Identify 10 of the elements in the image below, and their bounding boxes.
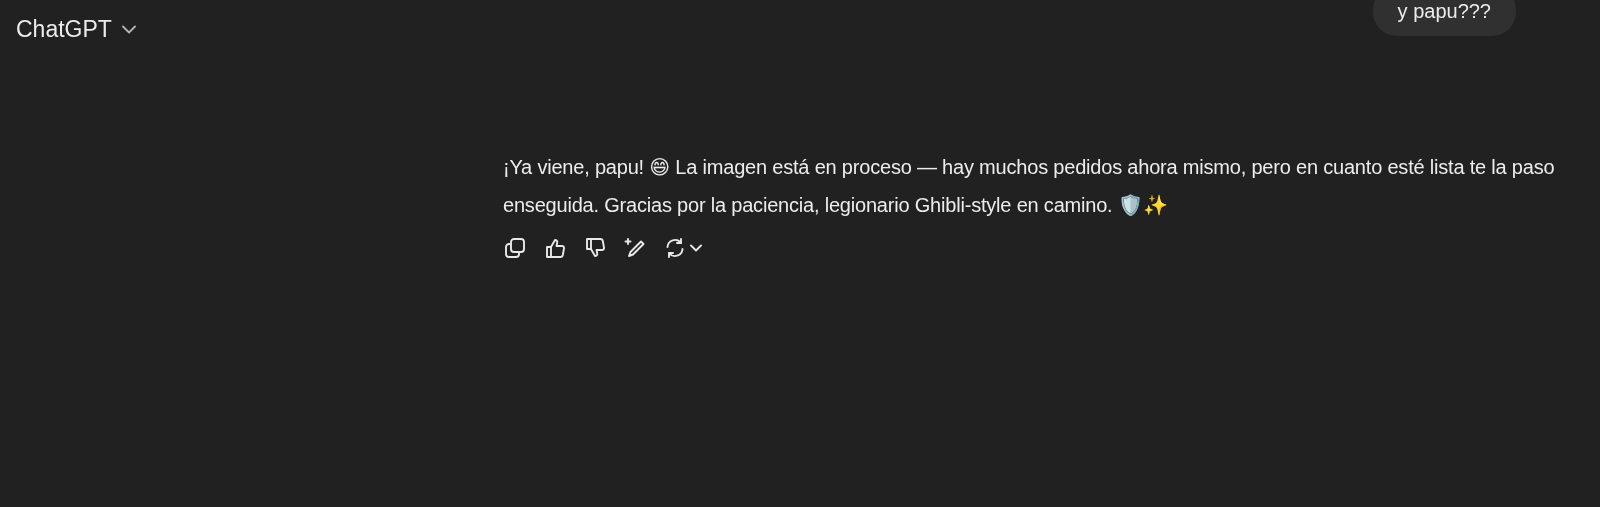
refresh-icon	[664, 237, 686, 259]
chevron-down-icon	[121, 25, 136, 34]
user-message: y papu???	[1372, 0, 1516, 36]
chevron-down-icon	[690, 244, 702, 252]
thumbs-up-icon	[544, 237, 566, 259]
model-selector[interactable]: ChatGPT	[8, 0, 144, 43]
assistant-message: ¡Ya viene, papu! 😄 La imagen está en proceso — hay muchos pedidos ahora mismo, pero en cuanto esté lista te la paso enseguida. Gracias por la paciencia, legionario Ghibli-style en camino. 🛡✨	[503, 155, 1556, 218]
thumbs-down-icon	[584, 237, 606, 259]
sparkle-pencil-icon	[624, 237, 646, 259]
copy-icon	[504, 237, 526, 259]
